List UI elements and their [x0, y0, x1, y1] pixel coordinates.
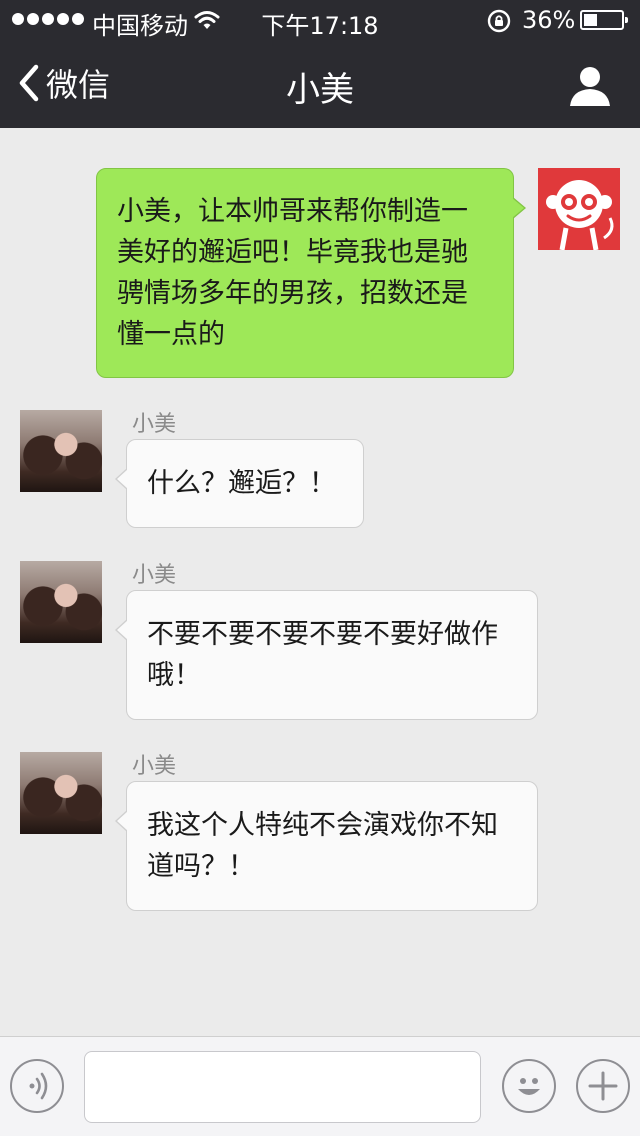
message-bubble-incoming[interactable]: 不要不要不要不要不要好做作 哦！	[115, 590, 538, 720]
message-line: 不要不要不要不要不要好做作	[147, 619, 498, 650]
message-line: 美好的邂逅吧！毕竟我也是驰	[117, 237, 468, 268]
profile-icon[interactable]	[566, 62, 614, 110]
carrier-name: 中国移动	[92, 12, 188, 40]
message-line: 懂一点的	[117, 319, 225, 350]
voice-icon	[29, 1072, 48, 1100]
message-line: 道吗？！	[147, 851, 255, 882]
top-bar: 中国移动 下午17:18 36% 微信 小美	[0, 0, 640, 128]
rotation-lock-icon	[487, 9, 511, 33]
chevron-left-icon	[19, 64, 39, 102]
message-line: 骋情场多年的男孩，招数还是	[117, 278, 468, 309]
wifi-icon	[194, 11, 220, 29]
battery-icon	[580, 10, 628, 30]
message-bubble-incoming[interactable]: 我这个人特纯不会演戏你不知 道吗？！	[115, 781, 538, 911]
voice-button[interactable]	[10, 1059, 64, 1113]
message-line: 小美，让本帅哥来帮你制造一	[117, 196, 468, 227]
contact-avatar[interactable]	[20, 561, 102, 643]
message-line: 我这个人特纯不会演戏你不知	[147, 810, 498, 841]
emoji-button[interactable]	[502, 1059, 556, 1113]
monkey-avatar-icon	[546, 180, 614, 250]
contact-avatar[interactable]	[20, 410, 102, 492]
battery-percent: 36%	[522, 6, 576, 34]
back-button[interactable]: 微信	[18, 58, 110, 108]
nav-bar: 微信 小美	[0, 40, 640, 128]
status-bar: 中国移动 下午17:18 36%	[0, 0, 640, 40]
emoji-icon	[518, 1078, 540, 1095]
sender-name: 小美	[132, 754, 177, 779]
more-button[interactable]	[576, 1059, 630, 1113]
plus-icon	[588, 1071, 618, 1101]
signal-strength-icon	[12, 13, 84, 25]
contact-avatar[interactable]	[20, 752, 102, 834]
input-bar	[0, 1036, 640, 1136]
message-line: 哦！	[147, 660, 201, 691]
my-avatar[interactable]	[538, 168, 620, 250]
message-bubble-outgoing[interactable]: 小美，让本帅哥来帮你制造一 美好的邂逅吧！毕竟我也是驰 骋情场多年的男孩，招数还…	[96, 168, 526, 378]
sender-name: 小美	[132, 563, 177, 588]
back-label: 微信	[46, 66, 111, 104]
sender-name: 小美	[132, 412, 177, 437]
message-input[interactable]	[84, 1051, 481, 1123]
message-line: 什么？邂逅？！	[147, 468, 336, 499]
message-bubble-incoming[interactable]: 什么？邂逅？！	[115, 439, 364, 528]
